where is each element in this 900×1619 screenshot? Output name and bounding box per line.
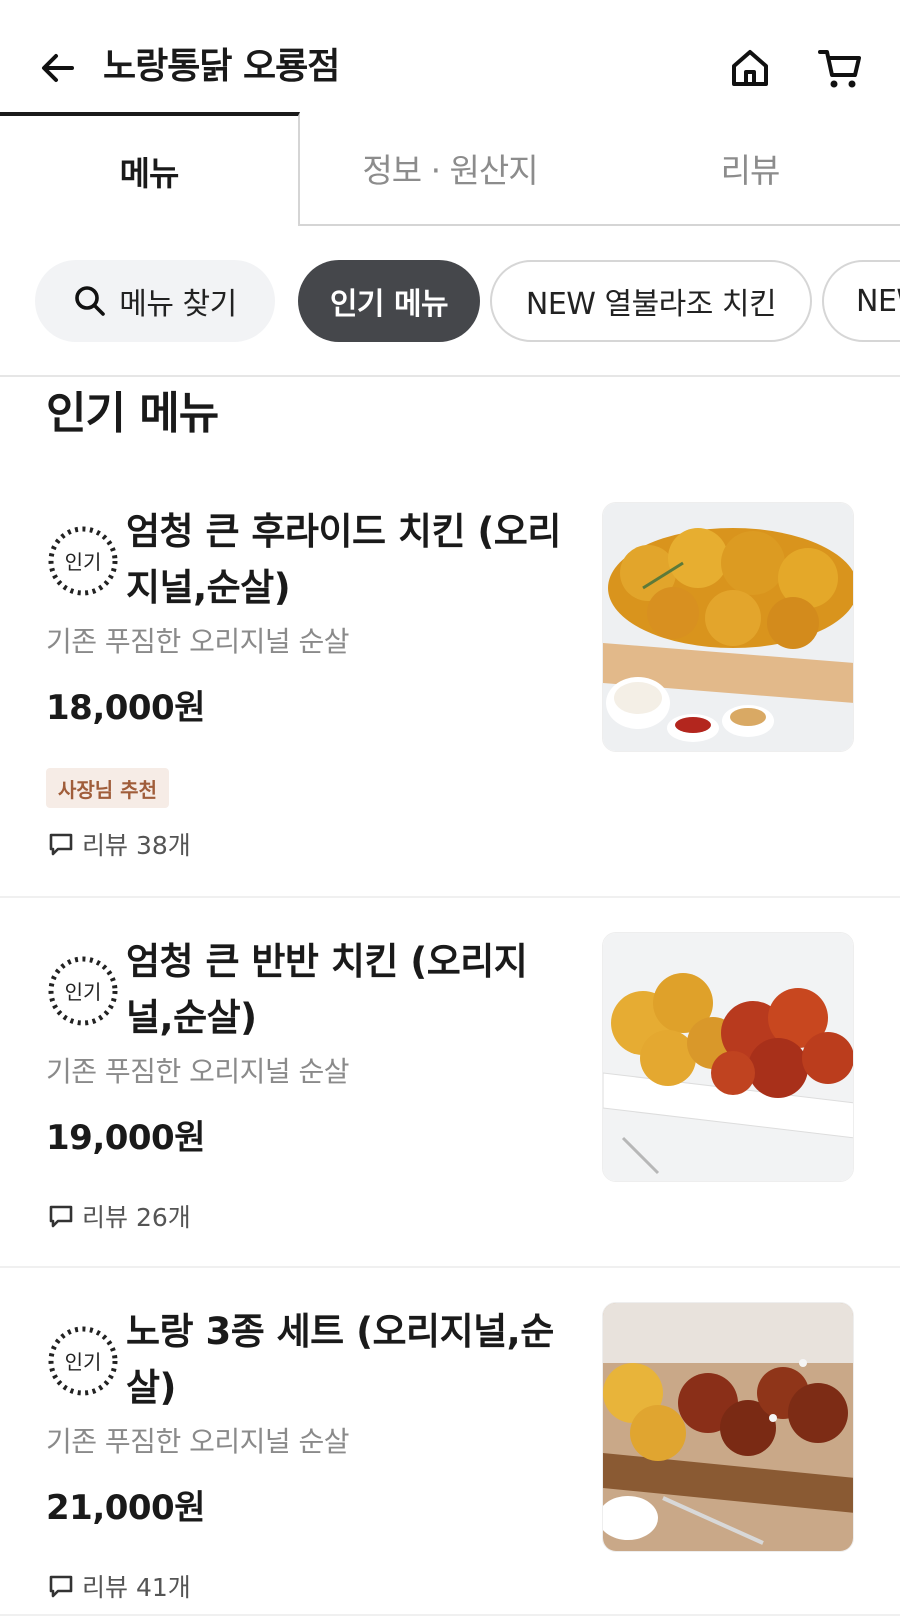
search-icon [75, 286, 106, 316]
menu-item-review: 리뷰 38개 [48, 826, 191, 862]
menu-item-photo [602, 1302, 854, 1552]
menu-item[interactable]: 인기 엄청 큰 반반 치킨 (오리지 널,순살) 기존 푸짐한 오리지널 순살 … [0, 912, 900, 1252]
popular-badge-label: 인기 [65, 980, 102, 1004]
tab-review[interactable]: 리뷰 [600, 112, 900, 224]
menu-item-price: 21,000원 [46, 1488, 205, 1528]
chip-new-yeolbul[interactable]: NEW 열불라조 치킨 [490, 260, 812, 342]
menu-item-name: 노랑 3종 세트 (오리지널,순 살) [126, 1310, 554, 1409]
menu-item[interactable]: 인기 노랑 3종 세트 (오리지널,순 살) 기존 푸짐한 오리지널 순살 21… [0, 1282, 900, 1619]
menu-item-review: 리뷰 26개 [48, 1198, 191, 1234]
popular-badge-icon: 인기 [48, 956, 118, 1026]
popular-badge-icon: 인기 [48, 1326, 118, 1396]
app-header: 노랑통닭 오룡점 [0, 0, 900, 112]
tab-menu[interactable]: 메뉴 [0, 112, 300, 226]
menu-item[interactable]: 인기 엄청 큰 후라이드 치킨 (오리 지널,순살) 기존 푸짐한 오리지널 순… [0, 482, 900, 892]
section-title: 인기 메뉴 [46, 388, 219, 439]
menu-item-name: 엄청 큰 반반 치킨 (오리지 널,순살) [126, 940, 528, 1039]
menu-item-price: 18,000원 [46, 688, 205, 728]
tab-info-origin[interactable]: 정보 · 원산지 [300, 112, 600, 224]
owner-recommend-tag: 사장님 추천 [46, 768, 169, 808]
back-arrow-icon [42, 54, 74, 82]
menu-item-photo [602, 932, 854, 1182]
divider [0, 896, 900, 898]
divider [0, 1614, 900, 1616]
divider [0, 1266, 900, 1268]
popular-badge-label: 인기 [65, 1350, 102, 1374]
speech-bubble-icon [49, 1205, 73, 1228]
speech-bubble-icon [49, 1575, 73, 1598]
back-button[interactable] [30, 40, 86, 96]
chip-popular-menu[interactable]: 인기 메뉴 [298, 260, 480, 342]
home-button[interactable] [722, 40, 778, 96]
menu-item-review: 리뷰 41개 [48, 1568, 191, 1604]
menu-item-description: 기존 푸짐한 오리지널 순살 [46, 1055, 350, 1088]
speech-bubble-icon [49, 833, 73, 856]
store-tabs: 메뉴 정보 · 원산지 리뷰 [0, 112, 900, 226]
menu-item-description: 기존 푸짐한 오리지널 순살 [46, 1425, 350, 1458]
menu-item-name: 엄청 큰 후라이드 치킨 (오리 지널,순살) [126, 510, 561, 609]
menu-item-photo [602, 502, 854, 752]
cart-button[interactable] [812, 40, 868, 96]
divider [0, 375, 900, 377]
popular-badge-icon: 인기 [48, 526, 118, 596]
menu-search-chip[interactable]: 메뉴 찾기 [35, 260, 275, 342]
menu-item-description: 기존 푸짐한 오리지널 순살 [46, 625, 350, 658]
popular-badge-label: 인기 [65, 550, 102, 574]
menu-item-price: 19,000원 [46, 1118, 205, 1158]
cart-icon [818, 50, 861, 88]
chip-new[interactable]: NEW [822, 260, 900, 342]
category-chips: 메뉴 찾기 인기 메뉴 NEW 열불라조 치킨 NEW [0, 260, 900, 344]
home-icon [732, 50, 768, 86]
store-title: 노랑통닭 오룡점 [103, 46, 340, 87]
menu-search-label: 메뉴 찾기 [119, 287, 237, 322]
